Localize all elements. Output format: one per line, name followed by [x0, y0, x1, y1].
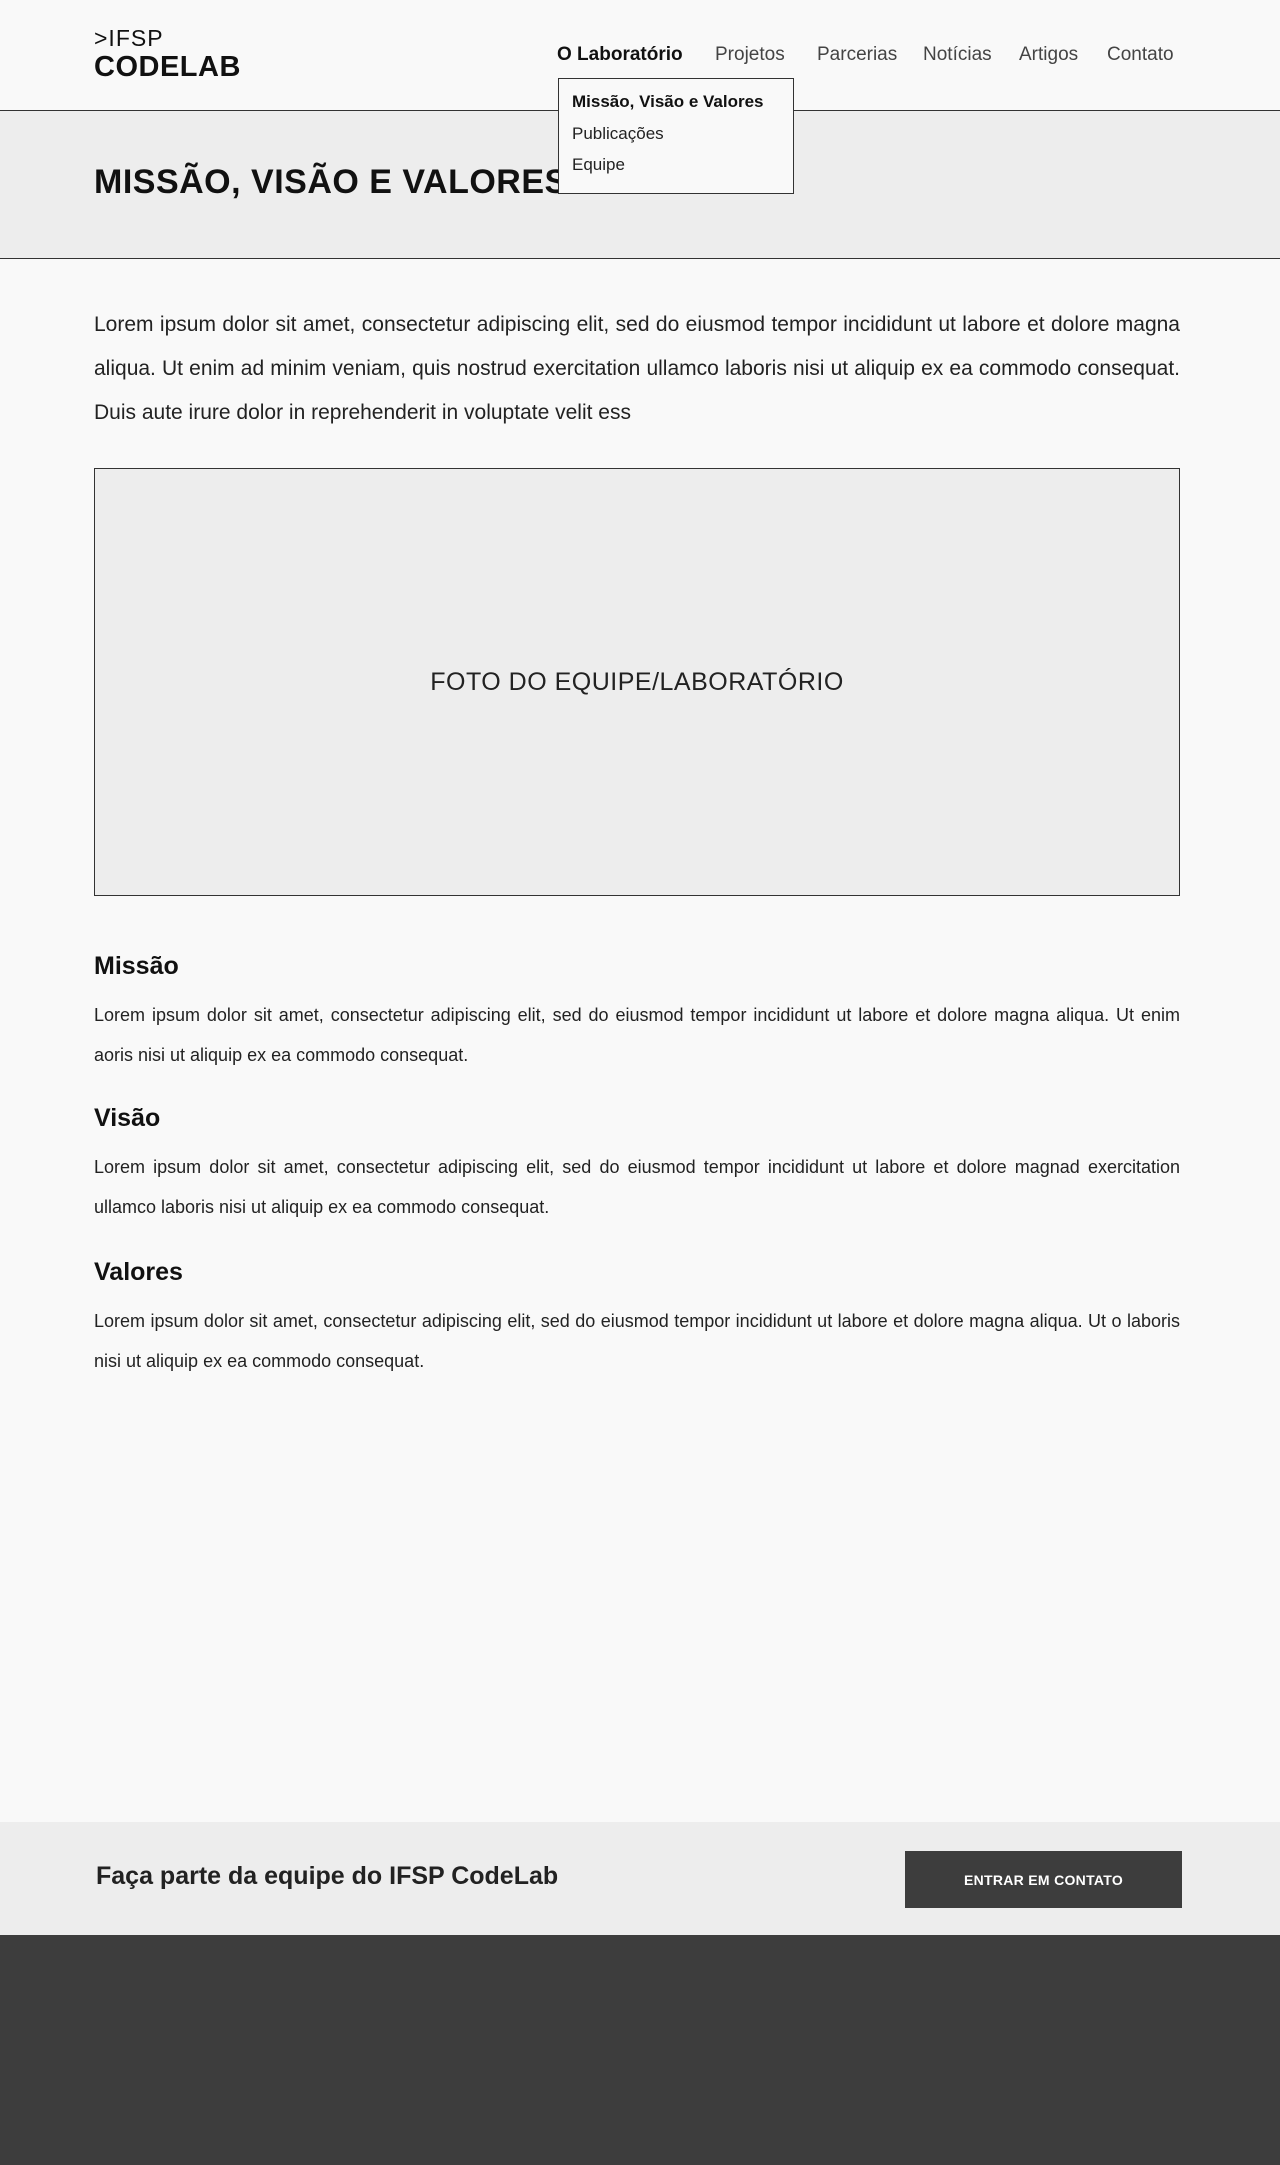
nav-item-artigos[interactable]: Artigos: [1019, 44, 1078, 66]
visao-heading: Visão: [94, 1104, 161, 1132]
contact-button[interactable]: ENTRAR EM CONTATO: [905, 1851, 1182, 1908]
nav-item-contato[interactable]: Contato: [1107, 44, 1174, 66]
nav-item-o-laboratorio[interactable]: O Laboratório: [557, 44, 683, 66]
visao-text: Lorem ipsum dolor sit amet, consectetur …: [94, 1157, 1180, 1217]
intro-paragraph: Lorem ipsum dolor sit amet, consectetur …: [94, 313, 1180, 424]
nav-item-parcerias[interactable]: Parcerias: [817, 44, 897, 66]
nav-item-noticias[interactable]: Notícias: [923, 44, 992, 66]
laboratorio-dropdown-menu: Missão, Visão e Valores Publicações Equi…: [558, 78, 794, 194]
nav-item-projetos[interactable]: Projetos: [715, 44, 785, 66]
dropdown-item-missao-visao-valores[interactable]: Missão, Visão e Valores: [572, 92, 764, 112]
missao-text: Lorem ipsum dolor sit amet, consectetur …: [94, 1005, 1180, 1065]
team-photo-placeholder: FOTO DO EQUIPE/LABORATÓRIO: [94, 468, 1180, 896]
valores-text: Lorem ipsum dolor sit amet, consectetur …: [94, 1311, 1180, 1371]
photo-placeholder-label: FOTO DO EQUIPE/LABORATÓRIO: [430, 667, 844, 696]
dropdown-item-equipe[interactable]: Equipe: [572, 155, 625, 175]
valores-heading: Valores: [94, 1258, 183, 1286]
call-to-action-bar: Faça parte da equipe do IFSP CodeLab ENT…: [0, 1822, 1280, 1935]
dropdown-item-publicacoes[interactable]: Publicações: [572, 124, 664, 144]
site-footer: [0, 1935, 1280, 2165]
main-nav: O Laboratório Projetos Parcerias Notícia…: [0, 44, 1280, 68]
page-title: MISSÃO, VISÃO E VALORES: [94, 163, 568, 201]
missao-heading: Missão: [94, 952, 179, 980]
cta-text: Faça parte da equipe do IFSP CodeLab: [96, 1862, 559, 1890]
